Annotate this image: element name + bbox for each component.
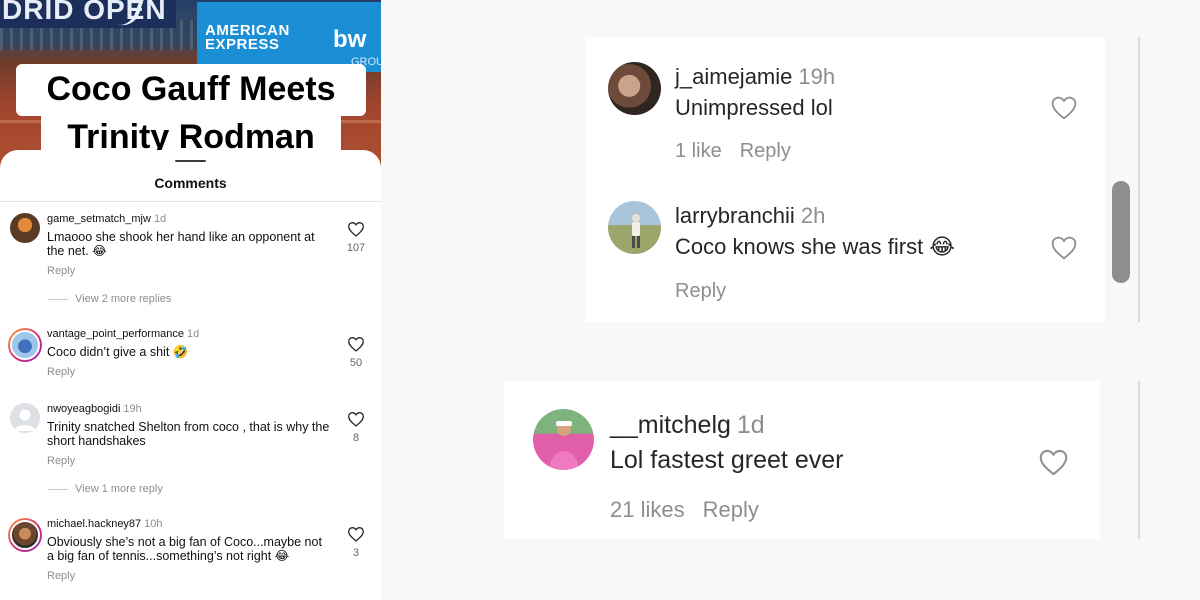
reply-button[interactable]: Reply	[47, 265, 75, 277]
view-replies-button[interactable]: View 1 more reply	[48, 483, 163, 495]
reel-comments-panel: DRID OPEN AMERICAN EXPRESS bw GROUP Coco…	[0, 0, 381, 600]
avatar[interactable]	[533, 409, 594, 470]
comments-sheet: Comments game_setmatch_mjw 1d Lmaooo she …	[0, 150, 381, 600]
sponsor-board: AMERICAN EXPRESS bw GROUP	[197, 2, 381, 72]
heart-icon[interactable]	[347, 336, 365, 352]
reply-button[interactable]: Reply	[740, 140, 791, 162]
reply-button[interactable]: Reply	[675, 280, 726, 303]
reply-button[interactable]: Reply	[47, 366, 75, 378]
like-count: 50	[349, 357, 363, 369]
comment-username[interactable]: game_setmatch_mjw 1d	[47, 213, 166, 225]
divider	[0, 201, 381, 202]
tournament-banner: DRID OPEN	[0, 0, 176, 28]
comment-text: Obviously she’s not a big fan of Coco...…	[47, 535, 322, 563]
comment-time: 1d	[186, 328, 200, 340]
like-count[interactable]: 21 likes	[610, 497, 685, 522]
comment-time: 1d	[736, 411, 765, 439]
person-silhouette-icon	[632, 214, 640, 248]
reply-button[interactable]: Reply	[47, 455, 75, 467]
comment-text: Lol fastest greet ever	[610, 446, 844, 474]
avatar[interactable]	[608, 201, 661, 254]
heart-icon[interactable]	[347, 526, 365, 542]
comment-time: 10h	[144, 518, 163, 530]
comment-username[interactable]: __mitchelg 1d	[610, 411, 765, 440]
comment-time: 2h	[800, 203, 826, 228]
heart-icon[interactable]	[1038, 448, 1069, 476]
view-replies-button[interactable]: View 2 more replies	[48, 293, 171, 305]
scrollbar-thumb[interactable]	[1112, 181, 1130, 283]
comment-time: 19h	[798, 64, 836, 89]
avatar[interactable]	[10, 403, 40, 433]
comment-username[interactable]: larrybranchii 2h	[675, 203, 825, 229]
comment-text: Lmaooo she shook her hand like an oppone…	[47, 230, 315, 258]
comment-meta: 1 like Reply	[675, 140, 791, 163]
comment-username[interactable]: nwoyeagbogidi 19h	[47, 403, 142, 415]
comment-username[interactable]: j_aimejamie 19h	[675, 64, 835, 90]
comment-card-zoom: __mitchelg 1d Lol fastest greet ever 21 l…	[504, 381, 1100, 539]
comment-username[interactable]: vantage_point_performance 1d	[47, 328, 199, 340]
scrollbar-track	[1138, 37, 1140, 322]
sponsor-logo: bw	[333, 26, 367, 53]
like-count: 3	[352, 547, 360, 559]
drag-handle[interactable]	[175, 160, 206, 162]
heart-icon[interactable]	[1050, 235, 1078, 260]
like-count[interactable]: 1 like	[675, 140, 722, 162]
comment-time: 19h	[123, 403, 142, 415]
scrollbar-track	[1138, 381, 1140, 539]
like-count: 8	[352, 432, 360, 444]
comment-text: Trinity snatched Shelton from coco , tha…	[47, 420, 330, 448]
comment-meta: 21 likes Reply	[610, 497, 759, 523]
comment-card-zoom: j_aimejamie 19h Unimpressed lol 1 like Rep…	[585, 37, 1105, 322]
default-user-icon	[14, 409, 36, 431]
heart-icon[interactable]	[1050, 95, 1078, 120]
comment-text: Coco didn’t give a shit 🤣	[47, 345, 189, 359]
heart-icon[interactable]	[347, 221, 365, 237]
comment-username[interactable]: michael.hackney87 10h	[47, 518, 163, 530]
comment-text: Coco knows she was first 😂	[675, 234, 956, 259]
reply-button[interactable]: Reply	[47, 570, 75, 582]
avatar[interactable]	[8, 518, 42, 552]
comment-time: 1d	[153, 213, 167, 225]
comments-title: Comments	[154, 175, 227, 191]
video-title-line-1: Coco Gauff Meets	[16, 64, 366, 116]
heart-icon[interactable]	[347, 411, 365, 427]
like-count: 107	[346, 242, 366, 254]
comment-text: Unimpressed lol	[675, 95, 833, 120]
avatar[interactable]	[8, 328, 42, 362]
avatar[interactable]	[608, 62, 661, 115]
dash-line	[48, 488, 68, 490]
reply-button[interactable]: Reply	[703, 497, 759, 522]
sponsor-name: AMERICAN EXPRESS	[205, 22, 290, 53]
golfer-silhouette-icon	[549, 421, 579, 470]
avatar[interactable]	[10, 213, 40, 243]
dash-line	[48, 298, 68, 300]
